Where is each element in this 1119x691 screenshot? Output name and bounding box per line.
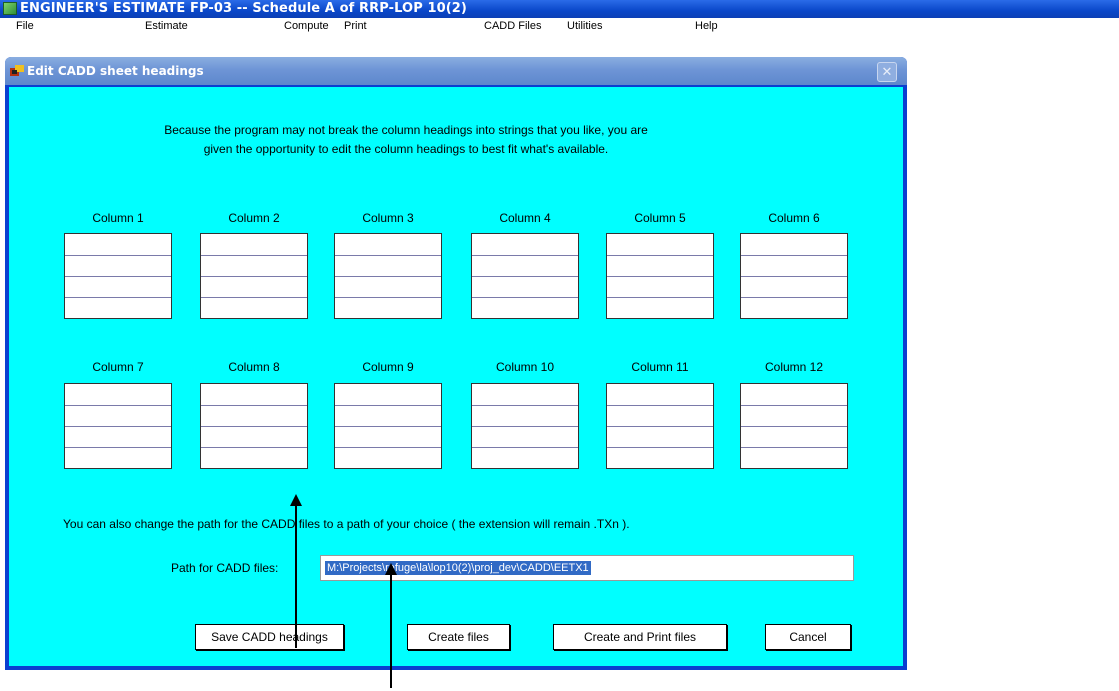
create-files-button[interactable]: Create files <box>407 624 510 650</box>
column-label: Column 10 <box>495 360 555 374</box>
path-note: You can also change the path for the CAD… <box>63 517 630 531</box>
column-label: Column 9 <box>362 360 414 374</box>
column-heading-box[interactable] <box>606 383 714 469</box>
column-heading-box[interactable] <box>64 233 172 319</box>
window-titlebar[interactable]: ENGINEER'S ESTIMATE FP-03 -- Schedule A … <box>0 0 1119 18</box>
app-icon <box>3 2 17 15</box>
dialog-titlebar[interactable]: Edit CADD sheet headings ✕ <box>5 57 907 85</box>
column-label: Column 11 <box>631 360 689 374</box>
column-label: Column 1 <box>92 211 144 225</box>
dialog-app-icon <box>10 65 24 76</box>
column-label: Column 4 <box>499 211 551 225</box>
column-label: Column 6 <box>768 211 820 225</box>
annotation-arrow-icon <box>385 563 397 688</box>
path-input-value: M:\Projects\refuge\la\lop10(2)\proj_dev\… <box>325 561 591 575</box>
menu-bar: File Estimate Compute Print CADD Files U… <box>0 18 1119 36</box>
column-label: Column 7 <box>92 360 144 374</box>
menu-utilities[interactable]: Utilities <box>567 20 602 32</box>
menu-cadd-files[interactable]: CADD Files <box>484 20 541 32</box>
column-heading-box[interactable] <box>334 233 442 319</box>
save-cadd-headings-button[interactable]: Save CADD headings <box>195 624 344 650</box>
window-title: ENGINEER'S ESTIMATE FP-03 -- Schedule A … <box>20 1 467 16</box>
column-label: Column 8 <box>228 360 280 374</box>
column-heading-box[interactable] <box>471 383 579 469</box>
column-heading-box[interactable] <box>64 383 172 469</box>
intro-text: Because the program may not break the co… <box>9 121 803 159</box>
column-heading-box[interactable] <box>200 383 308 469</box>
column-label: Column 5 <box>634 211 686 225</box>
cancel-button[interactable]: Cancel <box>765 624 851 650</box>
column-heading-box[interactable] <box>471 233 579 319</box>
menu-estimate[interactable]: Estimate <box>145 20 188 32</box>
menu-help[interactable]: Help <box>695 20 718 32</box>
dialog-client-area: Because the program may not break the co… <box>9 87 903 666</box>
column-label: Column 3 <box>362 211 414 225</box>
intro-line-1: Because the program may not break the co… <box>164 123 648 137</box>
dialog-title: Edit CADD sheet headings <box>27 64 204 78</box>
edit-cadd-headings-dialog: Edit CADD sheet headings ✕ Because the p… <box>5 57 907 670</box>
column-label: Column 2 <box>228 211 280 225</box>
column-heading-box[interactable] <box>200 233 308 319</box>
column-heading-box[interactable] <box>740 233 848 319</box>
close-button[interactable]: ✕ <box>877 62 897 82</box>
column-heading-box[interactable] <box>740 383 848 469</box>
menu-file[interactable]: File <box>16 20 34 32</box>
path-label: Path for CADD files: <box>171 561 279 575</box>
column-heading-box[interactable] <box>606 233 714 319</box>
column-label: Column 12 <box>764 360 824 374</box>
annotation-arrow-icon <box>290 494 302 648</box>
create-and-print-files-button[interactable]: Create and Print files <box>553 624 727 650</box>
menu-compute[interactable]: Compute <box>284 20 329 32</box>
intro-line-2: given the opportunity to edit the column… <box>203 142 609 156</box>
menu-print[interactable]: Print <box>344 20 367 32</box>
path-input[interactable]: M:\Projects\refuge\la\lop10(2)\proj_dev\… <box>320 555 854 581</box>
column-heading-box[interactable] <box>334 383 442 469</box>
